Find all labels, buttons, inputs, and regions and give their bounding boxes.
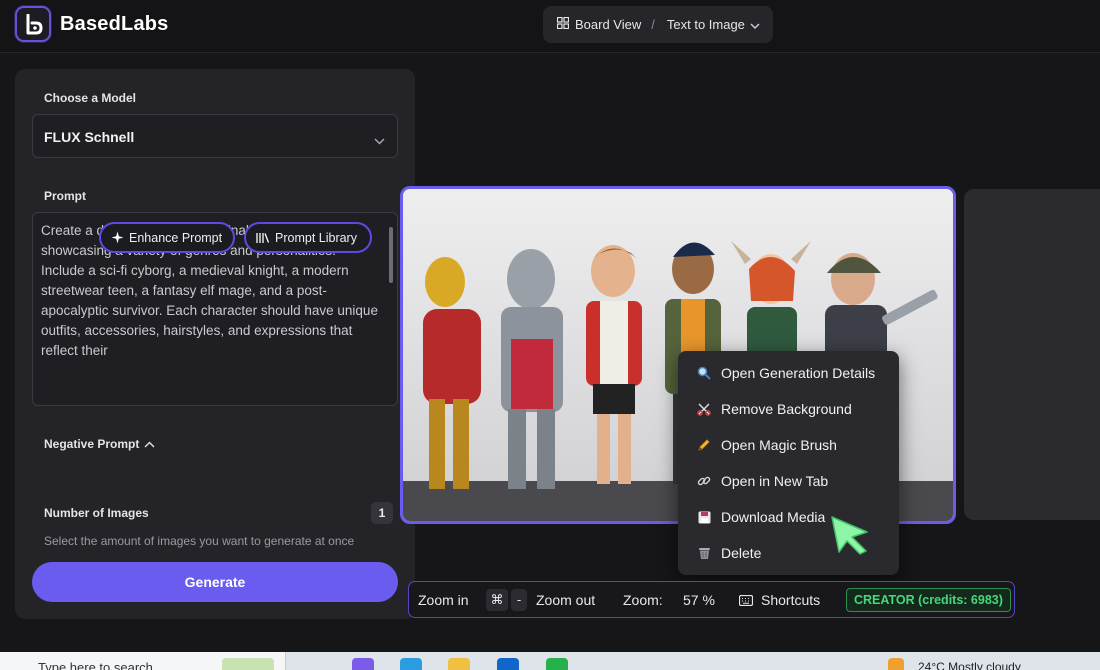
num-images-description: Select the amount of images you want to … [44,534,355,548]
generate-button[interactable]: Generate [32,562,398,602]
menu-item-label: Open Generation Details [721,365,876,381]
link-icon [696,473,712,489]
copilot-icon[interactable] [352,658,374,670]
chevron-up-icon [144,441,155,447]
board-view-link[interactable]: Board View [575,17,641,32]
remove-background-item[interactable]: Remove Background [678,391,899,427]
library-icon [256,232,270,243]
model-label: Choose a Model [44,91,137,105]
breadcrumb-separator: / [651,17,655,32]
board-grid-icon [556,16,570,32]
enhance-prompt-label: Enhance Prompt [129,230,223,245]
prompt-label: Prompt [44,189,86,203]
brand-name[interactable]: BasedLabs [60,13,169,36]
model-value: FLUX Schnell [44,129,135,145]
zoom-in-button[interactable]: Zoom in [418,592,469,608]
trash-icon [696,545,712,561]
taskbar-search-placeholder: Type here to search [38,660,153,670]
canvas-toolbar: Zoom in ⌘ - Zoom out Zoom: 57 % Shortcut… [408,581,1015,618]
basedlabs-logo-icon[interactable] [15,6,51,42]
windows-taskbar: Type here to search 24°C Mostly cloudy [0,652,1100,670]
credits-badge[interactable]: CREATOR (credits: 6983) [846,588,1011,612]
prompt-library-button[interactable]: Prompt Library [244,222,372,253]
open-generation-details-item[interactable]: Open Generation Details [678,355,899,391]
weather-icon [888,658,904,670]
menu-item-label: Download Media [721,509,826,525]
chevron-down-icon[interactable] [750,17,760,32]
menu-item-label: Open Magic Brush [721,437,837,453]
zoom-value: 57 % [683,592,715,608]
pencil-icon [696,437,712,453]
num-images-value[interactable]: 1 [371,502,393,524]
minus-key-badge: - [511,589,527,611]
file-explorer-icon[interactable] [448,658,470,670]
floppy-disk-icon [696,509,712,525]
whatsapp-icon[interactable] [546,658,568,670]
open-magic-brush-item[interactable]: Open Magic Brush [678,427,899,463]
sparkle-icon [111,231,124,244]
mouse-cursor-icon [829,514,873,561]
magnifier-icon [696,365,712,381]
outlook-icon[interactable] [497,658,519,670]
open-in-new-tab-item[interactable]: Open in New Tab [678,463,899,499]
num-images-label: Number of Images [44,506,149,520]
generation-panel: Choose a Model FLUX Schnell Prompt Creat… [15,69,415,619]
weather-text[interactable]: 24°C Mostly cloudy [918,660,1021,670]
zoom-out-button[interactable]: Zoom out [536,592,595,608]
edge-browser-icon[interactable] [400,658,422,670]
shortcuts-button[interactable]: Shortcuts [761,592,820,608]
menu-item-label: Open in New Tab [721,473,829,489]
model-select[interactable]: FLUX Schnell [32,114,398,158]
mode-dropdown[interactable]: Text to Image [667,17,745,32]
chevron-down-icon [374,132,385,150]
zoom-label: Zoom: [623,592,663,608]
negative-prompt-toggle[interactable]: Negative Prompt [44,437,155,451]
prompt-library-label: Prompt Library [275,230,357,245]
search-highlight-icon [222,658,274,670]
cmd-key-badge: ⌘ [486,589,508,611]
next-image-card[interactable] [964,189,1100,520]
enhance-prompt-button[interactable]: Enhance Prompt [99,222,235,253]
scissors-icon [696,401,712,417]
menu-item-label: Delete [721,545,762,561]
view-switch: Board View / Text to Image [543,6,773,43]
menu-item-label: Remove Background [721,401,852,417]
keyboard-icon [738,593,754,609]
prompt-scrollbar[interactable] [388,217,394,357]
negative-prompt-label: Negative Prompt [44,437,140,451]
app-header: BasedLabs Board View / Text to Image [0,0,1100,53]
